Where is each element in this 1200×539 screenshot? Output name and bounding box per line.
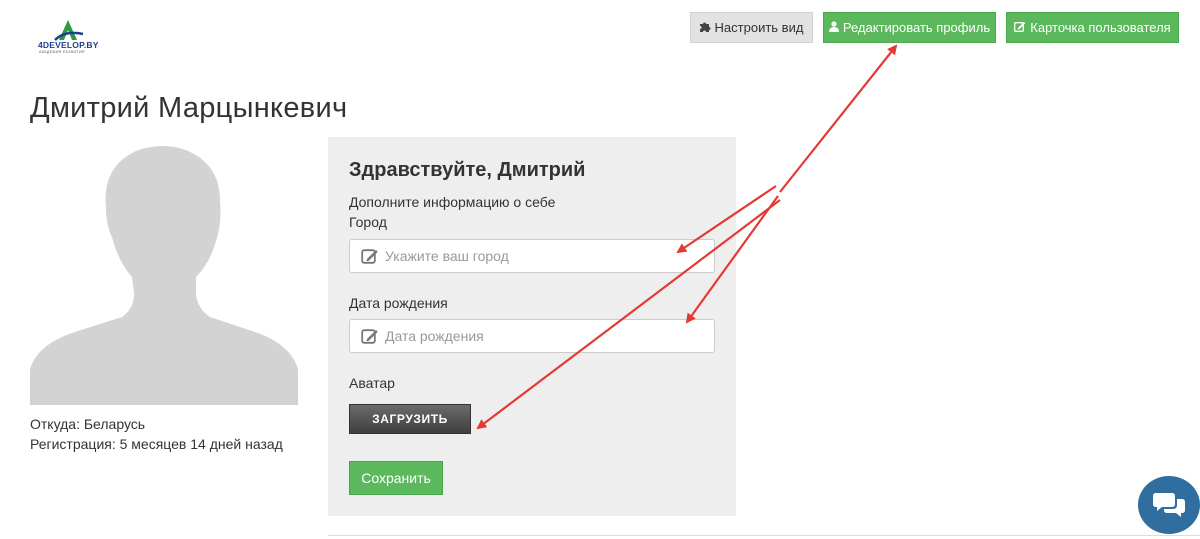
chat-button[interactable] bbox=[1138, 476, 1200, 534]
city-label: Город bbox=[349, 214, 387, 230]
city-field[interactable] bbox=[349, 239, 715, 273]
edit-icon bbox=[1014, 21, 1026, 35]
logo-mark-icon bbox=[54, 20, 84, 41]
greeting-heading: Здравствуйте, Дмитрий bbox=[349, 159, 586, 181]
intro-text: Дополните информацию о себе bbox=[349, 194, 556, 210]
birth-date-field[interactable] bbox=[349, 319, 715, 353]
logo-text: 4DEVELOP.BY bbox=[38, 40, 99, 50]
edit-profile-label: Редактировать профиль bbox=[842, 20, 991, 35]
arrow-to-edit-profile bbox=[779, 44, 898, 193]
puzzle-icon bbox=[699, 21, 711, 35]
avatar bbox=[30, 137, 298, 405]
customize-view-button[interactable]: Настроить вид bbox=[690, 12, 813, 43]
save-button[interactable]: Сохранить bbox=[349, 461, 443, 495]
profile-registration: Регистрация: 5 месяцев 14 дней назад bbox=[30, 436, 283, 452]
user-card-label: Карточка пользователя bbox=[1030, 20, 1171, 35]
user-card-button[interactable]: Карточка пользователя bbox=[1006, 12, 1179, 43]
birth-date-label: Дата рождения bbox=[349, 295, 448, 311]
upload-avatar-button[interactable]: ЗАГРУЗИТЬ bbox=[349, 404, 471, 434]
user-icon bbox=[828, 20, 839, 35]
bottom-divider bbox=[328, 535, 1200, 536]
customize-view-label: Настроить вид bbox=[714, 20, 804, 35]
logo[interactable]: 4DEVELOP.BY АКАДЕМИЯ РАЗВИТИЯ bbox=[38, 18, 98, 56]
edit-profile-button[interactable]: Редактировать профиль bbox=[823, 12, 996, 43]
profile-completion-panel: Здравствуйте, Дмитрий Дополните информац… bbox=[328, 137, 736, 516]
city-input[interactable] bbox=[385, 248, 705, 264]
logo-subtext: АКАДЕМИЯ РАЗВИТИЯ bbox=[39, 50, 85, 54]
pencil-square-icon bbox=[361, 329, 378, 344]
profile-location: Откуда: Беларусь bbox=[30, 416, 146, 432]
birth-date-input[interactable] bbox=[385, 328, 705, 344]
chat-bubbles-icon bbox=[1153, 493, 1185, 517]
pencil-square-icon bbox=[361, 249, 378, 264]
page-title: Дмитрий Марцынкевич bbox=[30, 92, 348, 124]
default-avatar-silhouette-icon bbox=[30, 137, 298, 405]
avatar-label: Аватар bbox=[349, 375, 395, 391]
